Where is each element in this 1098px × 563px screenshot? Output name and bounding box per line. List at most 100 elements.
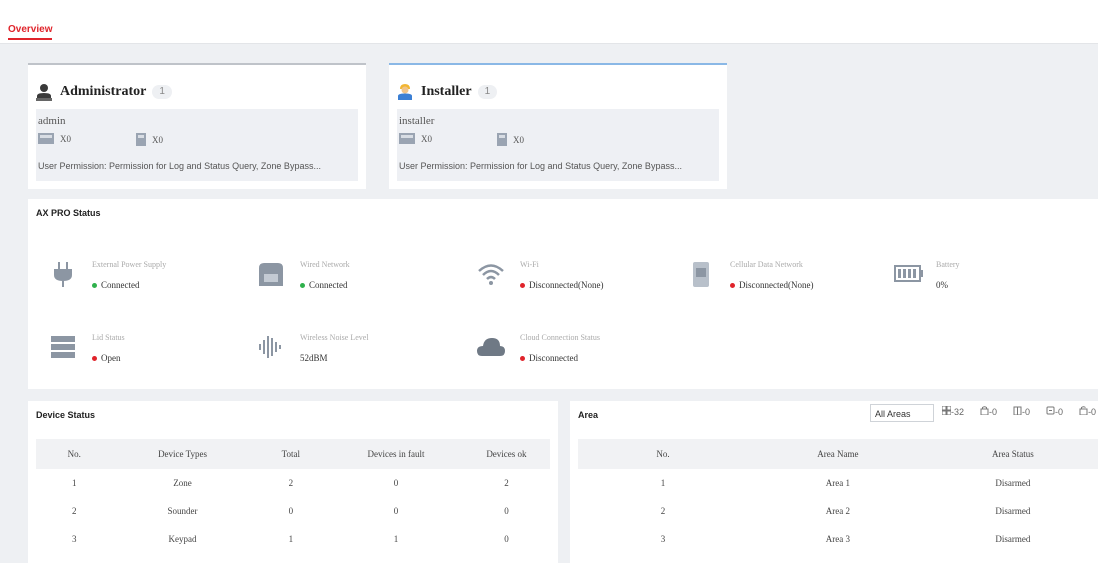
status-value: Connected bbox=[92, 280, 140, 290]
status-value-text: Disconnected(None) bbox=[529, 280, 604, 290]
user-stat-remote-value: X0 bbox=[152, 134, 163, 145]
user-count-badge: 1 bbox=[477, 85, 498, 99]
table-row: 1 Area 1 Disarmed bbox=[578, 469, 1098, 497]
table-cell: Disarmed bbox=[995, 506, 1031, 516]
status-value: Disconnected(None) bbox=[520, 280, 603, 290]
table-cell: 1 bbox=[660, 478, 666, 488]
status-value: Disconnected(None) bbox=[730, 280, 813, 290]
column-header: Total bbox=[252, 439, 330, 469]
user-stat-card: X0 bbox=[38, 133, 71, 144]
table-header-row: No. Device Types Total Devices in fault … bbox=[36, 439, 550, 469]
area-panel: Area No. Area Name Area Status 1 Area 1 … bbox=[570, 401, 1098, 563]
user-card-header: Installer 1 bbox=[397, 83, 498, 101]
area-count-value: -0 bbox=[1088, 407, 1097, 417]
column-header: No. bbox=[36, 439, 113, 469]
area-count-value: -0 bbox=[1022, 407, 1031, 417]
table-cell: Sounder bbox=[167, 506, 198, 516]
table-cell: Keypad bbox=[168, 534, 197, 544]
status-label: Cloud Connection Status bbox=[520, 333, 600, 342]
user-stat-card-value: X0 bbox=[60, 133, 71, 144]
stay-arm-icon bbox=[1013, 406, 1022, 416]
column-header: Devices in fault bbox=[329, 439, 463, 469]
area-count-total: -32 bbox=[941, 405, 972, 417]
ax-pro-status-panel: AX PRO Status External Power Supply Conn… bbox=[28, 199, 1098, 389]
battery-icon bbox=[894, 265, 923, 282]
table-cell: 2 bbox=[660, 506, 666, 516]
table-cell: 0 bbox=[393, 506, 399, 516]
table-cell: Area 2 bbox=[825, 506, 850, 516]
status-label: Battery bbox=[936, 260, 960, 269]
status-value: 0% bbox=[936, 280, 948, 290]
grid-icon bbox=[941, 405, 952, 416]
table-cell: Zone bbox=[173, 478, 192, 488]
status-label: Wired Network bbox=[300, 260, 350, 269]
table-cell: 2 bbox=[288, 478, 294, 488]
area-count-away: -0 bbox=[980, 406, 1005, 417]
area-table: No. Area Name Area Status 1 Area 1 Disar… bbox=[578, 439, 1098, 553]
device-status-table: No. Device Types Total Devices in fault … bbox=[36, 439, 550, 553]
user-stat-card: X0 bbox=[399, 133, 432, 144]
panel-title: AX PRO Status bbox=[36, 208, 101, 218]
tab-overview[interactable]: Overview bbox=[8, 24, 53, 40]
user-stat-remote-value: X0 bbox=[513, 134, 524, 145]
away-arm-icon bbox=[980, 406, 989, 416]
tab-bar: Overview bbox=[0, 0, 1098, 44]
status-value-text: Connected bbox=[101, 280, 140, 290]
cloud-icon bbox=[477, 338, 505, 356]
status-value-text: Open bbox=[101, 353, 121, 363]
user-stat-card-value: X0 bbox=[421, 133, 432, 144]
status-label: Lid Status bbox=[92, 333, 125, 342]
status-label: External Power Supply bbox=[92, 260, 167, 269]
area-count-alarm: -0 bbox=[1046, 406, 1071, 417]
column-header: Devices ok bbox=[462, 439, 550, 469]
area-count-disarm: -0 bbox=[1079, 406, 1098, 417]
user-card-administrator: Administrator 1 admin X0 X0 User Permiss… bbox=[28, 63, 366, 189]
user-count-badge: 1 bbox=[152, 85, 172, 99]
table-row: 3 Area 3 Disarmed bbox=[578, 525, 1098, 553]
user-card-body: admin X0 X0 User Permission: Permission … bbox=[36, 109, 358, 181]
user-card-body: installer X0 X0 User Permission: Permiss… bbox=[397, 109, 719, 181]
user-permission: User Permission: Permission for Log and … bbox=[38, 161, 321, 171]
table-cell: 3 bbox=[71, 534, 77, 544]
card-icon bbox=[399, 133, 415, 144]
status-value-text: Disconnected(None) bbox=[739, 280, 814, 290]
column-header: No. bbox=[578, 439, 748, 469]
user-stat-remote: X0 bbox=[136, 133, 163, 146]
disarm-icon bbox=[1079, 406, 1088, 416]
status-label: Wireless Noise Level bbox=[300, 333, 369, 342]
user-permission: User Permission: Permission for Log and … bbox=[399, 161, 682, 171]
table-cell: 1 bbox=[393, 534, 399, 544]
status-dot bbox=[92, 282, 97, 288]
area-counts: -32 -0 -0 -0 -0 bbox=[941, 405, 1098, 417]
table-cell: 1 bbox=[71, 478, 77, 488]
table-row: 2 Sounder 0 0 0 bbox=[36, 497, 550, 525]
administrator-icon bbox=[36, 84, 52, 101]
status-dot bbox=[300, 282, 305, 288]
table-row: 3 Keypad 1 1 0 bbox=[36, 525, 550, 553]
lid-icon bbox=[51, 336, 75, 358]
table-cell: Area 1 bbox=[825, 478, 850, 488]
table-cell: 0 bbox=[504, 534, 509, 544]
user-stat-remote: X0 bbox=[497, 133, 524, 146]
status-value: 52dBM bbox=[300, 353, 328, 363]
user-card-header: Administrator 1 bbox=[36, 83, 172, 101]
table-cell: Area 3 bbox=[825, 534, 850, 544]
table-header-row: No. Area Name Area Status bbox=[578, 439, 1098, 469]
status-dot bbox=[520, 355, 525, 361]
area-count-value: -0 bbox=[989, 407, 998, 417]
status-value-text: Connected bbox=[309, 280, 348, 290]
panel-title: Area bbox=[578, 410, 599, 420]
area-count-stay: -0 bbox=[1013, 406, 1038, 417]
card-icon bbox=[38, 133, 54, 144]
table-cell: 3 bbox=[660, 534, 666, 544]
area-select[interactable]: All Areas bbox=[870, 404, 934, 422]
panel-title: Device Status bbox=[36, 410, 96, 420]
device-status-panel: Device Status No. Device Types Total Dev… bbox=[28, 401, 558, 563]
status-value-text: 52dBM bbox=[300, 353, 328, 363]
status-label: Wi-Fi bbox=[520, 260, 539, 269]
status-value-text: Disconnected bbox=[529, 353, 578, 363]
wifi-icon bbox=[478, 264, 504, 285]
remote-icon bbox=[497, 133, 507, 146]
noise-level-icon bbox=[259, 336, 281, 358]
status-dot bbox=[520, 282, 525, 288]
